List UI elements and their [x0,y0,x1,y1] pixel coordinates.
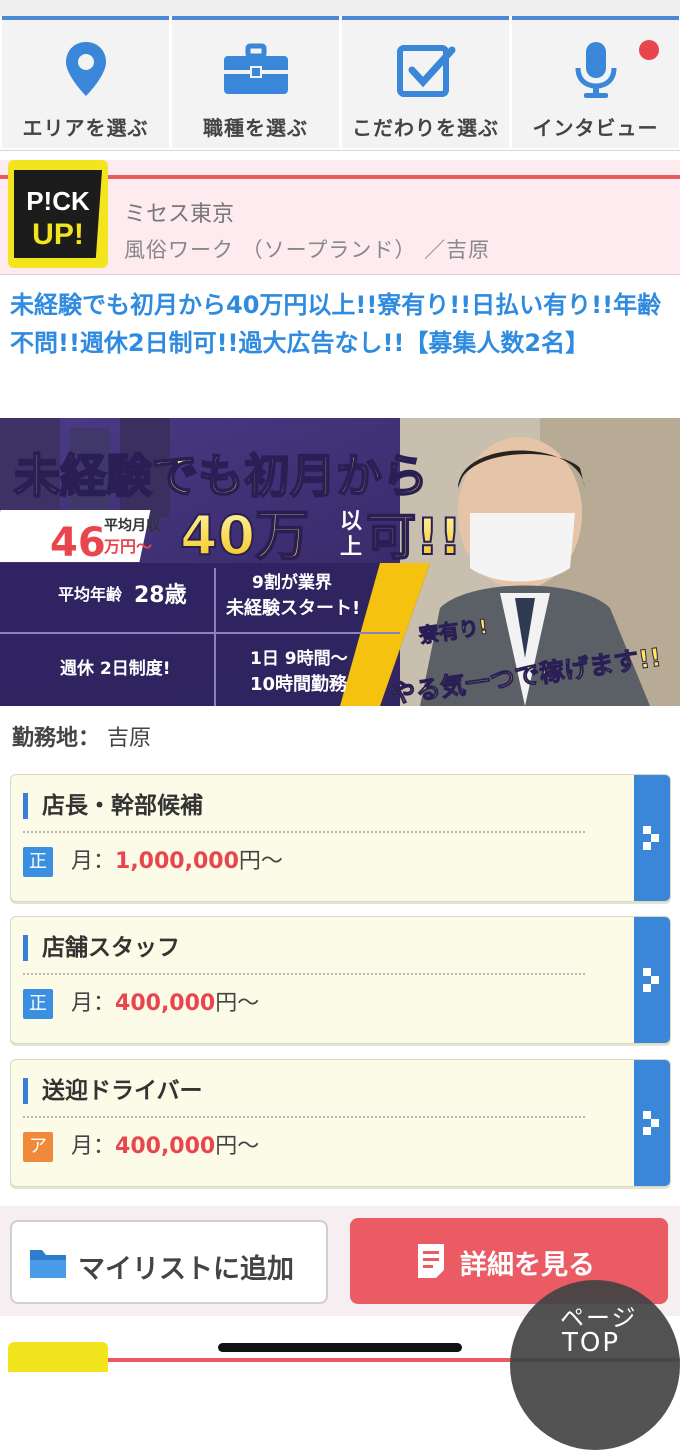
shop-category: 風俗ワーク （ソープランド） ／吉原 [124,238,491,262]
banner-amount: 40万 [180,504,309,567]
banner-amount-end: 可!! [366,508,462,566]
nav-preferences[interactable]: こだわりを選ぶ [342,16,509,148]
salary-amount: 1,000,000 [115,849,239,874]
banner-avg-unit: 万円～ [103,537,152,556]
job-headline[interactable]: 未経験でも初月から40万円以上!!寮有り!!日払い有り!!年齢不問!!週休2日制… [10,286,670,362]
pickup-line2: UP! [32,218,84,251]
job-divider [23,1116,585,1118]
banner-hours-line2: 10時間勤務 [250,673,348,695]
nav-area[interactable]: エリアを選ぶ [2,16,169,148]
job-divider [23,831,585,833]
salary-amount: 400,000 [115,1134,216,1159]
page-top-line2: TOP [562,1328,621,1358]
add-to-mylist-label: マイリストに追加 [78,1254,294,1285]
work-location: 勤務地： 吉原 [12,720,151,752]
pickup-line1: P!CK [26,186,90,216]
banner-hours-line1: 1日 9時間～ [250,648,348,669]
pickup-badge: P!CK UP! [8,160,108,268]
banner-title: 未経験でも初月から [14,449,428,503]
microphone-icon [575,42,616,98]
job-divider [23,973,585,975]
location-pin-icon [65,42,106,96]
chevron-right-icon [643,826,661,850]
folder-icon [30,1250,66,1278]
banner-amount-suffix-top: 以 [340,509,362,534]
salary-prefix: 月： [71,991,116,1016]
banner-age-value: 28歳 [134,583,187,608]
face-mask [470,513,575,582]
banner-holiday: 週休 2日制度! [60,658,171,679]
salary-unit: 円〜 [215,991,260,1016]
work-location-label: 勤務地： [12,726,101,751]
job-salary: 月：1,000,000円〜 [71,847,283,877]
view-details-label: 詳細を見る [460,1250,595,1281]
shop-name[interactable]: ミセス東京 [124,196,234,228]
category-nav: エリアを選ぶ 職種を選ぶ こだわりを選ぶ インタビュー [0,16,680,151]
chevron-right-icon [643,968,661,992]
banner-age-prefix: 平均年齢 [58,585,123,604]
job-title: 送迎ドライバー [23,1078,203,1104]
add-to-mylist-button[interactable]: マイリストに追加 [10,1220,328,1304]
employment-type-badge: 正 [23,847,53,877]
work-location-value: 吉原 [107,726,152,751]
pickup-badge-art: P!CK UP! [14,170,102,258]
job-title: 店舗スタッフ [23,935,180,961]
banner-percent-line1: 9割が業界 [252,572,332,593]
banner-percent-line2: 未経験スタート! [226,597,360,619]
nav-preferences-label: こだわりを選ぶ [352,116,499,140]
nav-interview-label: インタビュー [532,116,659,140]
promo-banner[interactable]: 未経験でも初月から 46 平均月収 万円～ 40万 以 上 可!! 平均年齢 2… [0,418,680,706]
promo-banner-art: 未経験でも初月から 46 平均月収 万円～ 40万 以 上 可!! 平均年齢 2… [0,418,680,706]
nav-job-type[interactable]: 職種を選ぶ [172,16,339,148]
job-title: 店長・幹部候補 [23,793,203,819]
chevron-right-icon [643,1111,661,1135]
briefcase-icon [223,43,288,94]
job-salary: 月：400,000円〜 [71,989,259,1019]
next-pickup-badge [8,1342,108,1372]
employment-type-badge: ア [23,1132,53,1162]
job-card[interactable]: 送迎ドライバー ア 月：400,000円〜 [10,1059,671,1187]
checkbox-icon [396,45,455,97]
job-open-button[interactable] [634,917,670,1043]
page-top-button[interactable]: ページ TOP [510,1280,680,1450]
job-card[interactable]: 店舗スタッフ 正 月：400,000円〜 [10,916,671,1044]
job-open-button[interactable] [634,775,670,901]
home-indicator [218,1343,462,1352]
notification-dot [639,40,659,60]
salary-prefix: 月： [71,1134,116,1159]
banner-avg-amount: 46 [50,520,106,566]
salary-unit: 円〜 [238,849,283,874]
job-card[interactable]: 店長・幹部候補 正 月：1,000,000円〜 [10,774,671,902]
salary-unit: 円〜 [215,1134,260,1159]
banner-amount-suffix-bottom: 上 [340,535,362,560]
nav-area-label: エリアを選ぶ [22,116,149,140]
document-icon [418,1244,444,1278]
nav-job-type-label: 職種を選ぶ [203,116,308,140]
salary-amount: 400,000 [115,991,216,1016]
salary-prefix: 月： [71,849,116,874]
job-open-button[interactable] [634,1060,670,1186]
banner-avg-label: 平均月収 [104,517,161,534]
job-salary: 月：400,000円〜 [71,1132,259,1162]
employment-type-badge: 正 [23,989,53,1019]
nav-interview[interactable]: インタビュー [512,16,679,148]
